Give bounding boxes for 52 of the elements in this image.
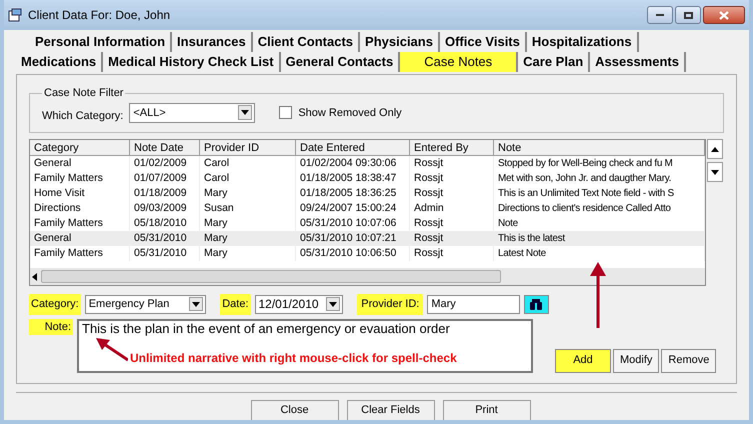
tab[interactable]: Care Plan (518, 52, 590, 72)
table-cell: 05/31/2010 (130, 246, 200, 261)
tab[interactable]: Medications (16, 52, 104, 72)
footer-button[interactable]: Close (250, 400, 338, 420)
dropdown-caret-icon[interactable] (192, 302, 200, 307)
scroll-left-icon[interactable] (32, 272, 37, 280)
annotation-text: Unlimited narrative with right mouse-click for spell-check (130, 350, 457, 367)
table-cell: Latest Note (494, 246, 705, 261)
field-label: Which Category: (42, 108, 124, 124)
tab[interactable]: Personal Information (30, 32, 172, 52)
tab[interactable]: Medical History Check List (103, 52, 281, 72)
action-button[interactable]: Modify (613, 348, 660, 372)
close-icon (719, 10, 729, 20)
horizontal-scrollbar[interactable] (30, 268, 705, 285)
category-dropdown[interactable]: <ALL> (129, 102, 256, 123)
action-button[interactable]: Remove (661, 348, 716, 372)
date-picker[interactable]: 12/01/2010 (254, 294, 344, 314)
category-dropdown[interactable]: Emergency Plan (84, 294, 206, 314)
table-row[interactable]: General 05/31/2010 Mary 05/31/2010 10:07:21 Rossjt This is the latest (30, 231, 705, 246)
table-cell: Rossjt (410, 246, 494, 261)
action-button[interactable]: Add (555, 348, 611, 372)
footer-button[interactable]: Clear Fields (346, 400, 434, 420)
tab[interactable]: Assessments (590, 52, 686, 72)
dropdown-caret-icon[interactable] (329, 302, 338, 307)
tab[interactable]: Insurances (172, 32, 253, 52)
table-cell: 05/31/2010 10:06:50 (296, 246, 410, 261)
binoculars-button[interactable] (524, 294, 549, 314)
binoculars-icon (529, 298, 544, 310)
checkbox-label: Show Removed Only (298, 106, 402, 120)
annotation-arrow (96, 338, 128, 362)
dropdown-caret-icon[interactable] (711, 170, 719, 174)
field-label: Provider ID: (357, 294, 424, 314)
annotation-arrow (590, 262, 606, 328)
field-label: Note: (29, 318, 73, 334)
tab[interactable]: Client Contacts (252, 32, 360, 52)
tab[interactable]: Hospitalizations (526, 32, 639, 52)
footer-button[interactable]: Print (442, 400, 530, 420)
maximize-button[interactable] (675, 6, 701, 24)
table-cell: Family Matters (30, 246, 130, 261)
provider-field[interactable]: Mary (427, 294, 520, 314)
app-icon (8, 8, 22, 22)
dropdown-caret-icon[interactable] (241, 110, 250, 116)
field-label: Date: (220, 294, 250, 314)
window-title: Client Data For: Doe, John (28, 7, 170, 24)
group-title: Case Note Filter (43, 86, 124, 101)
checkbox[interactable] (279, 106, 292, 120)
table-cell: Mary (200, 246, 296, 261)
field-label: Category: (29, 294, 81, 314)
scroll-up-icon[interactable] (711, 146, 719, 152)
close-button[interactable] (703, 6, 745, 24)
minimize-button[interactable] (647, 6, 673, 24)
tab[interactable]: Case Notes (400, 52, 518, 72)
